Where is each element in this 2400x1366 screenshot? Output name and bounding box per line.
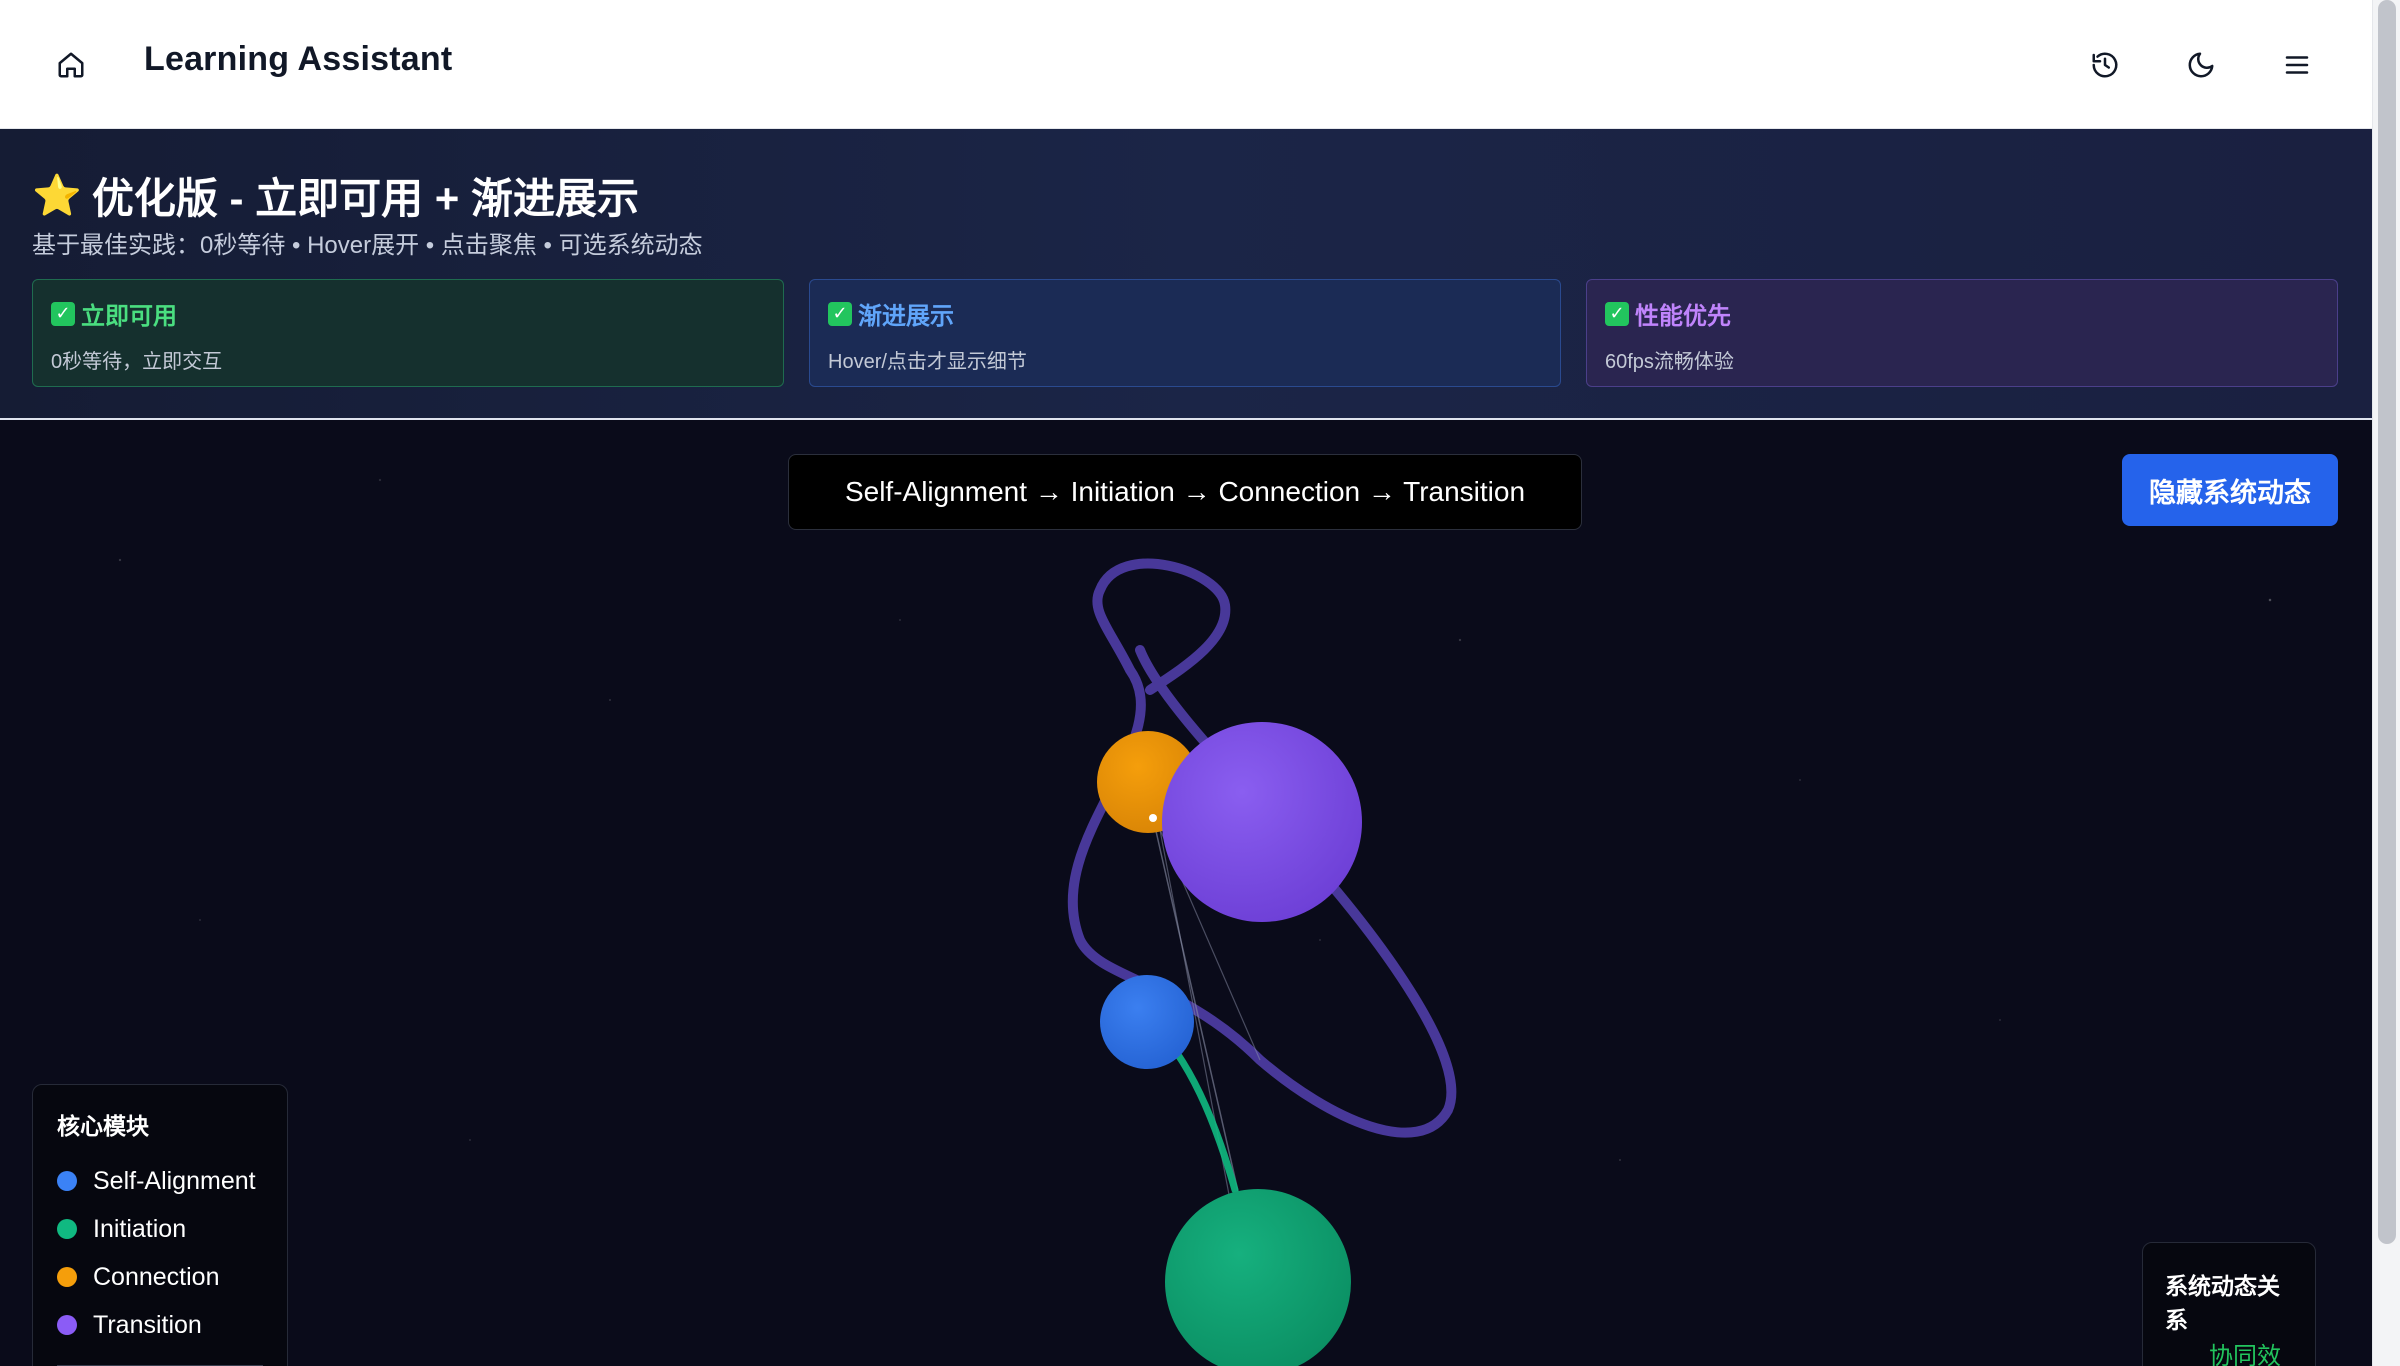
page-title: ⭐ 优化版 - 立即可用 + 渐进展示	[32, 165, 639, 226]
legend-dot	[57, 1267, 77, 1287]
legend-label: Self-Alignment	[93, 1166, 256, 1195]
menu-button[interactable]	[2270, 38, 2324, 92]
history-button[interactable]	[2078, 38, 2132, 92]
feature-card-performance: ✓ 性能优先 60fps流畅体验	[1586, 279, 2338, 387]
legend-dot	[57, 1315, 77, 1335]
page-scrollbar[interactable]	[2372, 0, 2400, 1366]
feature-card-title: 渐进展示	[858, 303, 954, 330]
hide-system-dynamics-button[interactable]: 隐藏系统动态	[2122, 454, 2338, 526]
checkmark-icon: ✓	[51, 301, 75, 326]
legend-title: 核心模块	[57, 1113, 149, 1139]
scrollbar-thumb[interactable]	[2378, 0, 2396, 1244]
page: Learning Assistant ⭐ 优化版 - 立即可用 + 渐进展示 基…	[0, 0, 2400, 1366]
module-graph	[1067, 558, 1457, 1366]
legend-dot	[57, 1171, 77, 1191]
feature-card-title: 性能优先	[1635, 303, 1731, 330]
relation-synergy: 协同效应	[2165, 1343, 2293, 1366]
history-icon	[2092, 52, 2118, 78]
legend-label: Initiation	[93, 1214, 187, 1243]
checkmark-icon: ✓	[1605, 301, 1629, 326]
module-legend: 核心模块 Self-Alignment Initiation Connectio…	[32, 1084, 288, 1366]
focus-dot	[1149, 814, 1157, 822]
home-button[interactable]	[44, 38, 98, 92]
home-icon	[58, 52, 84, 78]
hamburger-menu-icon	[2285, 56, 2309, 74]
node-transition[interactable]	[1162, 722, 1362, 922]
feature-card-desc: 0秒等待，立即交互	[51, 351, 223, 373]
feature-card-progressive: ✓ 渐进展示 Hover/点击才显示细节	[809, 279, 1561, 387]
theme-toggle-button[interactable]	[2174, 38, 2228, 92]
feature-card-title: 立即可用	[81, 303, 177, 330]
legend-item-connection: Connection	[57, 1253, 263, 1301]
legend-label: Transition	[93, 1310, 202, 1339]
node-initiation[interactable]	[1165, 1189, 1351, 1366]
relations-title: 系统动态关系	[2165, 1273, 2280, 1333]
header-banner: ⭐ 优化版 - 立即可用 + 渐进展示 基于最佳实践：0秒等待 • Hover展…	[0, 129, 2372, 420]
checkmark-icon: ✓	[828, 301, 852, 326]
flow-sequence-label: Self-Alignment → Initiation → Connection…	[788, 454, 1582, 530]
page-subtitle: 基于最佳实践：0秒等待 • Hover展开 • 点击聚焦 • 可选系统动态	[32, 232, 703, 259]
app-title: Learning Assistant	[144, 40, 453, 78]
feature-card-instant: ✓ 立即可用 0秒等待，立即交互	[32, 279, 784, 387]
star-icon: ⭐	[32, 174, 82, 218]
relation-label: 协同效应	[2209, 1343, 2281, 1366]
system-dynamics-legend: 系统动态关系 协同效应	[2142, 1242, 2316, 1366]
moon-icon	[2188, 52, 2214, 78]
legend-item-self-alignment: Self-Alignment	[57, 1157, 263, 1205]
legend-dot	[57, 1219, 77, 1239]
app-bar: Learning Assistant	[0, 0, 2372, 129]
headline-text: 优化版 - 立即可用 + 渐进展示	[91, 175, 640, 222]
legend-label: Connection	[93, 1262, 220, 1291]
node-self-alignment[interactable]	[1100, 975, 1194, 1069]
legend-item-transition: Transition	[57, 1301, 263, 1349]
feature-card-desc: 60fps流畅体验	[1605, 351, 1734, 373]
feature-card-desc: Hover/点击才显示细节	[828, 351, 1027, 373]
graph-canvas[interactable]: Self-Alignment → Initiation → Connection…	[0, 420, 2372, 1366]
legend-item-initiation: Initiation	[57, 1205, 263, 1253]
